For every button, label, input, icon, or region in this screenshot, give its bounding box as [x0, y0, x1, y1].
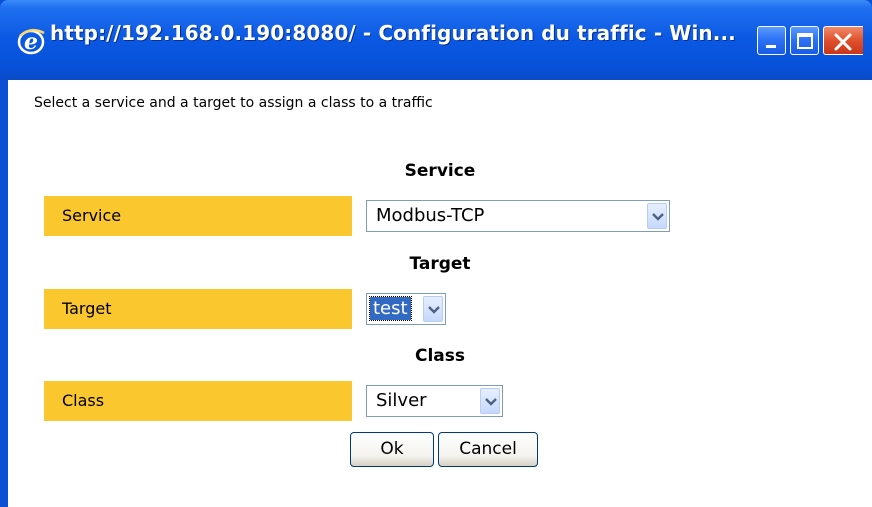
target-select[interactable]: test [366, 293, 446, 325]
maximize-button[interactable] [790, 26, 819, 55]
chevron-down-icon [652, 213, 664, 221]
target-label: Target [44, 289, 352, 329]
ok-button[interactable]: Ok [350, 432, 434, 467]
close-button[interactable] [823, 26, 863, 55]
page-content: Select a service and a target to assign … [8, 80, 872, 507]
close-icon [834, 33, 852, 51]
maximize-icon [797, 33, 813, 49]
service-dropdown-button[interactable] [647, 203, 667, 229]
target-heading: Target [409, 254, 471, 274]
minimize-icon [766, 45, 776, 48]
service-selected-value: Modbus-TCP [376, 205, 485, 226]
chevron-down-icon [485, 398, 497, 406]
service-select[interactable]: Modbus-TCP [366, 200, 670, 232]
class-label: Class [44, 381, 352, 421]
minimize-button[interactable] [757, 26, 786, 55]
target-dropdown-button[interactable] [423, 296, 443, 322]
class-selected-value: Silver [376, 390, 427, 411]
class-select[interactable]: Silver [366, 385, 503, 417]
class-dropdown-button[interactable] [480, 388, 500, 414]
browser-window: e http://192.168.0.190:8080/ - Configura… [0, 0, 872, 507]
service-heading: Service [404, 161, 476, 181]
class-heading: Class [414, 346, 465, 366]
title-bar[interactable]: e http://192.168.0.190:8080/ - Configura… [0, 0, 872, 80]
target-selected-value: test [369, 296, 412, 321]
chevron-down-icon [428, 306, 440, 314]
service-label: Service [44, 196, 352, 236]
intro-text: Select a service and a target to assign … [34, 95, 433, 111]
cancel-button[interactable]: Cancel [438, 432, 538, 467]
internet-explorer-icon: e [16, 26, 46, 56]
window-title: http://192.168.0.190:8080/ - Configurati… [50, 21, 736, 45]
